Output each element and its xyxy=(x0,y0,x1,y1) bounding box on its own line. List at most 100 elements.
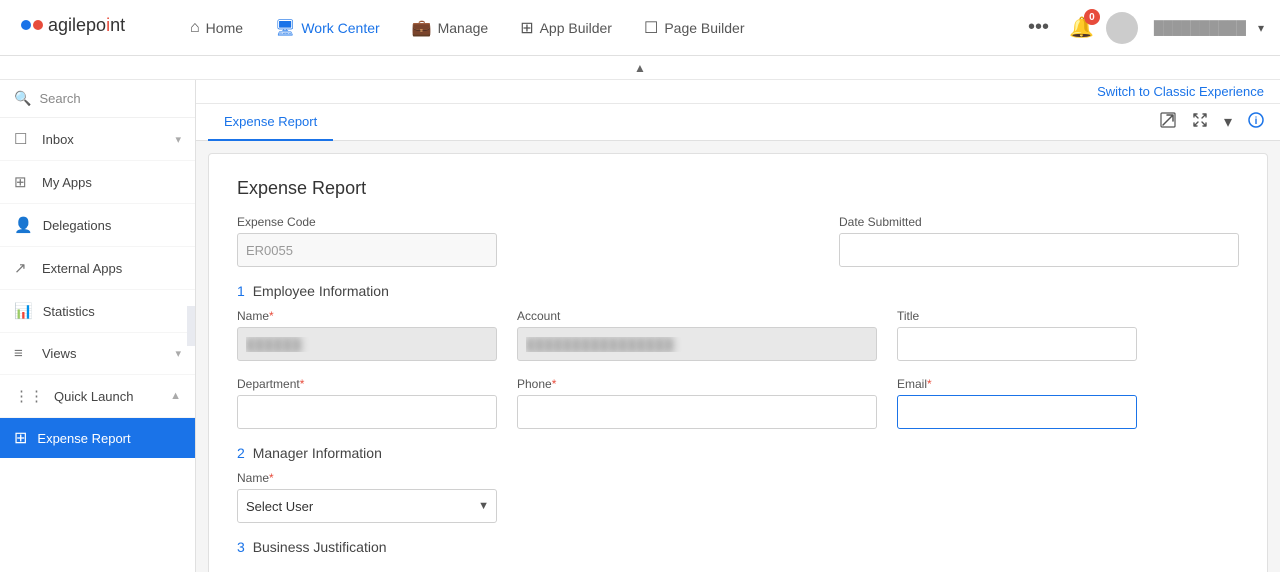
nav-home-label: Home xyxy=(206,20,243,36)
mgr-name-row: Name* Select User ▼ xyxy=(237,471,1239,523)
sidebar-inbox-label: Inbox xyxy=(42,132,165,147)
chevron-down-icon: ▾ xyxy=(175,133,181,146)
user-name: ██████████ xyxy=(1154,20,1246,35)
inbox-icon: ☐ xyxy=(14,130,32,148)
date-submitted-input[interactable] xyxy=(839,233,1239,267)
main-content: Switch to Classic Experience Expense Rep… xyxy=(196,80,1280,572)
search-label: Search xyxy=(39,91,80,106)
sidebar-statistics-label: Statistics xyxy=(43,304,181,319)
logo: agilepoint xyxy=(16,9,146,47)
chevron-up-icon: ▲ xyxy=(170,390,181,402)
tab-actions: ▾ i xyxy=(1156,108,1268,137)
account-label: Account xyxy=(517,309,877,323)
title-group: Title xyxy=(897,309,1137,361)
nav-more-button[interactable]: ••• xyxy=(1020,12,1057,43)
external-icon: ↗ xyxy=(14,259,32,277)
person-icon: 👤 xyxy=(14,216,33,234)
sidebar-item-inbox[interactable]: ☐ Inbox ▾ xyxy=(0,118,195,161)
nav-item-manage[interactable]: 💼 Manage xyxy=(400,10,501,46)
email-input[interactable] xyxy=(897,395,1137,429)
department-input[interactable] xyxy=(237,395,497,429)
name-label: Name* xyxy=(237,309,497,323)
section3-num: 3 xyxy=(237,539,245,555)
date-submitted-group: Date Submitted xyxy=(839,215,1239,267)
mgr-name-label: Name* xyxy=(237,471,497,485)
logo-text: agilepoint xyxy=(16,9,146,47)
expand-button[interactable] xyxy=(1188,108,1212,137)
chevron-left-icon: ‹ xyxy=(195,320,196,332)
nav-manage-label: Manage xyxy=(438,20,489,36)
sidebar-item-delegations[interactable]: 👤 Delegations xyxy=(0,204,195,247)
sidebar-expense-report-item[interactable]: ⊞ Expense Report xyxy=(0,418,195,458)
name-group: Name* xyxy=(237,309,497,361)
expense-code-group: Expense Code xyxy=(237,215,497,267)
title-input[interactable] xyxy=(897,327,1137,361)
section2-label: Manager Information xyxy=(253,445,382,461)
section2-num: 2 xyxy=(237,445,245,461)
expense-code-input[interactable] xyxy=(237,233,497,267)
notifications-button[interactable]: 🔔 0 xyxy=(1069,15,1094,40)
collapse-bar: ▲ xyxy=(0,56,1280,80)
nav-item-work-center[interactable]: 🖥 Work Center xyxy=(263,10,392,46)
sidebar-collapse-button[interactable]: ‹ xyxy=(187,306,196,346)
account-group: Account xyxy=(517,309,877,361)
nav-items: ⌂ Home 🖥 Work Center 💼 Manage ⊞ App Buil… xyxy=(178,10,1020,46)
account-input[interactable] xyxy=(517,327,877,361)
grid-icon: ⊞ xyxy=(520,18,533,38)
nav-item-page-builder[interactable]: ☐ Page Builder xyxy=(632,10,757,46)
select-user-wrapper: Select User ▼ xyxy=(237,489,497,523)
info-button[interactable]: i xyxy=(1244,108,1268,137)
title-label: Title xyxy=(897,309,1137,323)
sidebar-quick-launch[interactable]: ⋮⋮ Quick Launch ▲ xyxy=(0,375,195,418)
phone-label: Phone* xyxy=(517,377,877,391)
dropdown-button[interactable]: ▾ xyxy=(1220,108,1236,136)
briefcase-icon: 💼 xyxy=(412,18,432,38)
search-icon: 🔍 xyxy=(14,90,31,107)
open-external-button[interactable] xyxy=(1156,108,1180,137)
tab-bar: Expense Report ▾ i xyxy=(196,104,1280,141)
notification-badge: 0 xyxy=(1084,9,1100,25)
department-group: Department* xyxy=(237,377,497,429)
collapse-nav-button[interactable]: ▲ xyxy=(634,61,646,75)
expense-report-form: Expense Report Expense Code Date Submitt… xyxy=(208,153,1268,572)
sidebar-search[interactable]: 🔍 Search xyxy=(0,80,195,118)
department-label: Department* xyxy=(237,377,497,391)
expense-report-icon: ⊞ xyxy=(14,428,27,448)
sidebar-external-apps-label: External Apps xyxy=(42,261,181,276)
top-nav: agilepoint ⌂ Home 🖥 Work Center 💼 Manage… xyxy=(0,0,1280,56)
select-user-dropdown[interactable]: Select User xyxy=(237,489,497,523)
email-group: Email* xyxy=(897,377,1137,429)
sidebar-item-views[interactable]: ≡ Views ▾ xyxy=(0,333,195,375)
nav-page-builder-label: Page Builder xyxy=(664,20,744,36)
phone-group: Phone* xyxy=(517,377,877,429)
tab-expense-report[interactable]: Expense Report xyxy=(208,104,333,141)
nav-item-home[interactable]: ⌂ Home xyxy=(178,11,255,45)
avatar[interactable] xyxy=(1106,12,1138,44)
svg-text:i: i xyxy=(1255,116,1258,127)
sidebar-item-my-apps[interactable]: ⊞ My Apps xyxy=(0,161,195,204)
nav-item-app-builder[interactable]: ⊞ App Builder xyxy=(508,10,624,46)
nav-app-builder-label: App Builder xyxy=(540,20,612,36)
statistics-icon: 📊 xyxy=(14,302,33,320)
section3-header: 3 Business Justification xyxy=(237,539,1239,555)
sidebar-item-statistics[interactable]: 📊 Statistics xyxy=(0,290,195,333)
page-icon: ☐ xyxy=(644,18,658,38)
expense-code-row: Expense Code Date Submitted xyxy=(237,215,1239,267)
switch-banner: Switch to Classic Experience xyxy=(196,80,1280,104)
date-submitted-label: Date Submitted xyxy=(839,215,1239,229)
sidebar-delegations-label: Delegations xyxy=(43,218,181,233)
chevron-down-icon: ▾ xyxy=(175,347,181,360)
section1-num: 1 xyxy=(237,283,245,299)
section3-label: Business Justification xyxy=(253,539,387,555)
phone-input[interactable] xyxy=(517,395,877,429)
views-icon: ≡ xyxy=(14,345,32,362)
form-title: Expense Report xyxy=(237,178,1239,199)
user-menu-chevron[interactable]: ▾ xyxy=(1258,21,1264,35)
quick-launch-icon: ⋮⋮ xyxy=(14,387,44,405)
sidebar-item-external-apps[interactable]: ↗ External Apps xyxy=(0,247,195,290)
dept-phone-email-row: Department* Phone* Email* xyxy=(237,377,1239,429)
name-input[interactable] xyxy=(237,327,497,361)
switch-classic-link[interactable]: Switch to Classic Experience xyxy=(1097,84,1264,99)
expense-code-label: Expense Code xyxy=(237,215,497,229)
section1-header: 1 Employee Information xyxy=(237,283,1239,299)
